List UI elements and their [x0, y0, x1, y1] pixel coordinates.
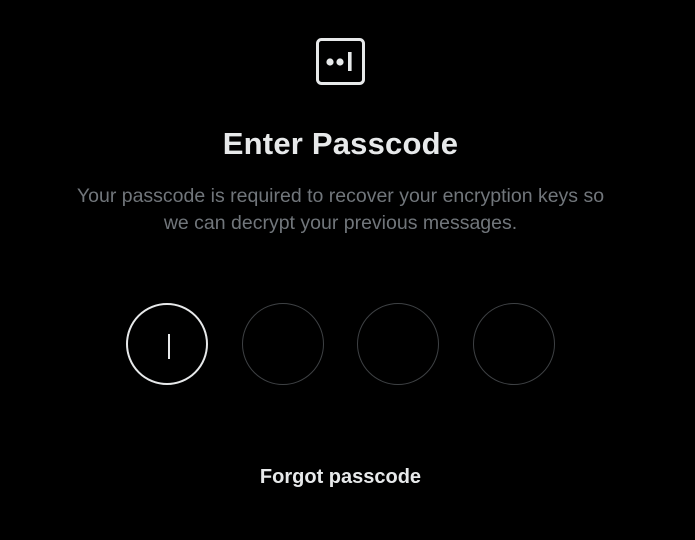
passcode-digit-1[interactable]: [126, 303, 208, 385]
passcode-digit-3[interactable]: [357, 303, 439, 385]
page-description: Your passcode is required to recover you…: [30, 183, 651, 237]
description-line-2: we can decrypt your previous messages.: [163, 212, 518, 234]
passcode-digit-2[interactable]: [242, 303, 324, 385]
passcode-digit-4[interactable]: [473, 303, 555, 385]
passcode-input-group: [126, 303, 556, 385]
message-lock-icon: [316, 38, 365, 85]
description-line-1: Your passcode is required to recover you…: [76, 185, 605, 207]
forgot-passcode-link[interactable]: Forgot passcode: [0, 466, 681, 489]
page-title: Enter Passcode: [222, 126, 459, 161]
text-caret: [168, 334, 170, 359]
